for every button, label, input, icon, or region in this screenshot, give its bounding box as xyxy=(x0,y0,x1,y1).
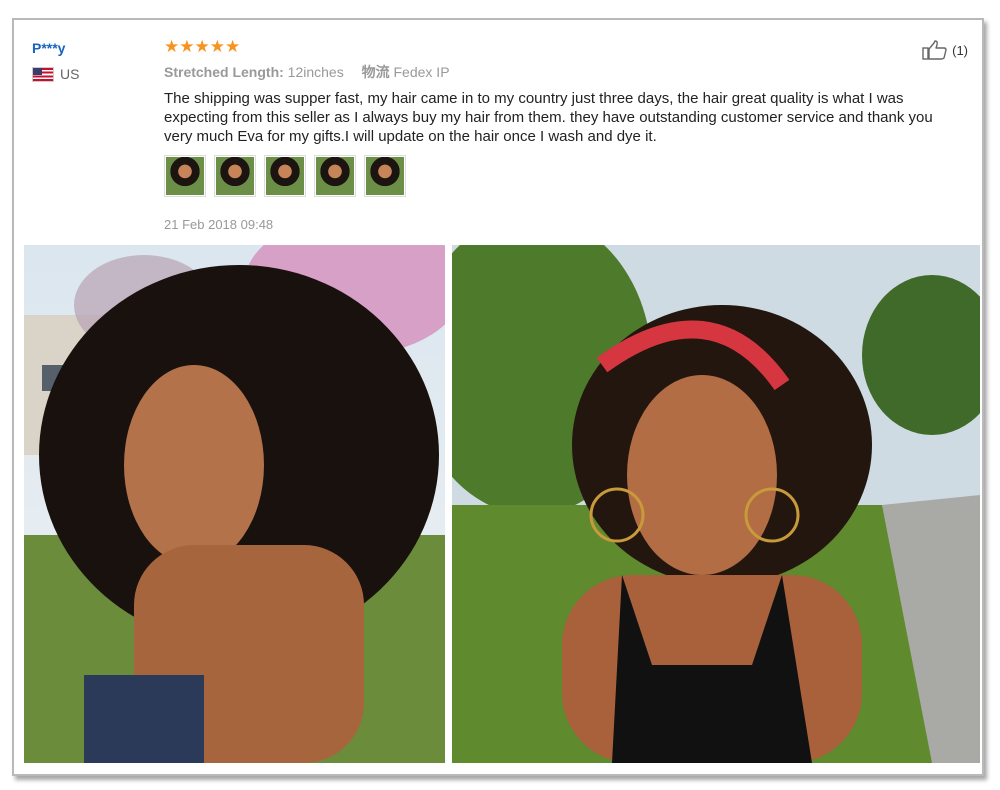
review-photo[interactable] xyxy=(452,245,980,763)
review-thumbnail[interactable] xyxy=(214,155,256,197)
review-photo[interactable] xyxy=(24,245,445,763)
review-thumbnails xyxy=(164,155,406,197)
review-thumbnail[interactable] xyxy=(264,155,306,197)
buyer-name[interactable]: P***y xyxy=(32,40,65,56)
logistics-value: Fedex IP xyxy=(393,64,450,80)
review-text: The shipping was supper fast, my hair ca… xyxy=(164,90,933,145)
review-date: 21 Feb 2018 09:48 xyxy=(164,217,274,232)
review-thumbnail[interactable] xyxy=(314,155,356,197)
us-flag-icon xyxy=(32,66,54,82)
attribute-value: 12inches xyxy=(287,64,344,80)
helpful-button[interactable]: (1) xyxy=(922,40,968,60)
review-card: P***y US ★★★★★ Stretched Length: 12inche… xyxy=(12,18,984,776)
helpful-count: (1) xyxy=(952,42,968,58)
logistics-label: 物流 xyxy=(361,64,390,80)
rating-stars: ★★★★★ xyxy=(164,37,241,56)
buyer-country: US xyxy=(32,66,79,82)
review-attributes: Stretched Length: 12inches 物流 Fedex IP xyxy=(164,62,450,82)
attribute-label: Stretched Length: xyxy=(164,64,284,80)
country-label: US xyxy=(60,66,80,82)
review-thumbnail[interactable] xyxy=(164,155,206,197)
review-thumbnail[interactable] xyxy=(364,155,406,197)
thumbs-up-icon xyxy=(922,40,947,60)
